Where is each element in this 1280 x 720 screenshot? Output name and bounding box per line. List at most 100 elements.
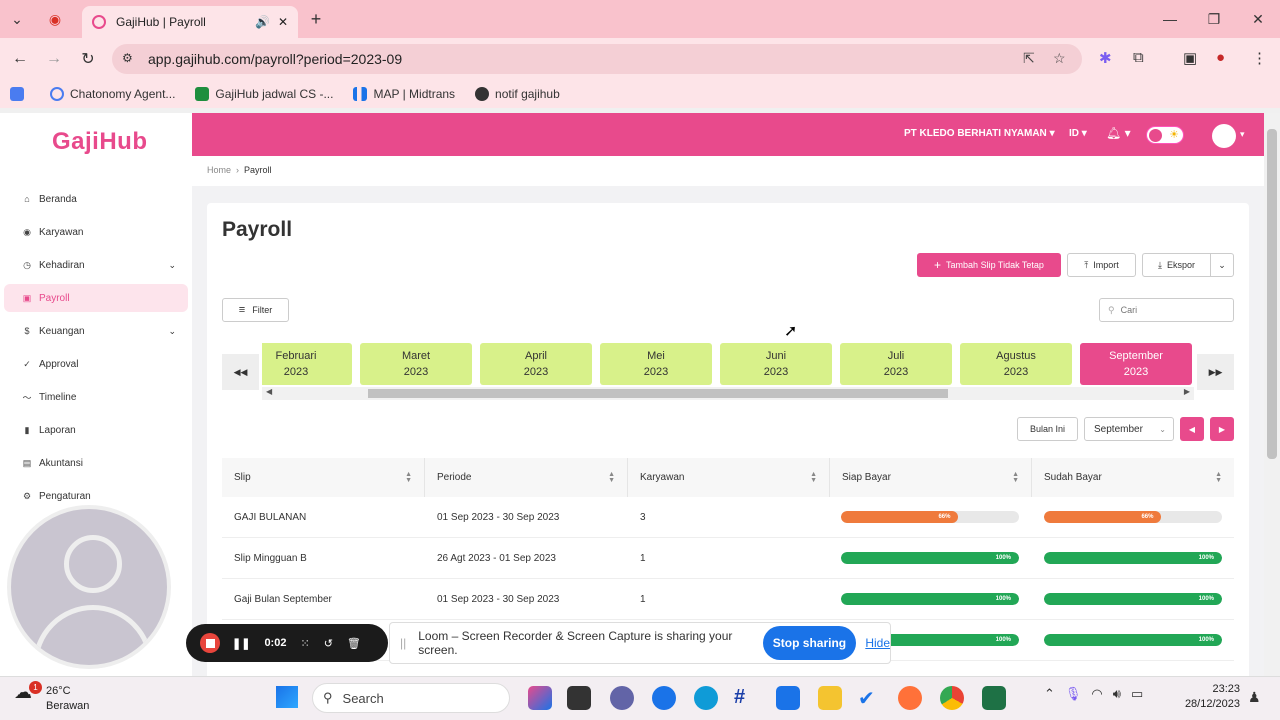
address-bar[interactable]: app.gajihub.com/payroll?period=2023-09: [112, 44, 1082, 74]
scrollbar-thumb[interactable]: [368, 389, 948, 398]
apps-icon[interactable]: [10, 87, 30, 101]
volume-icon[interactable]: 🔊︎: [1113, 686, 1121, 702]
notification-icon[interactable]: ♟: [1248, 689, 1261, 706]
column-header-sudah-bayar[interactable]: Sudah Bayar ▲ ▼: [1032, 458, 1234, 497]
sidebar-item-keuangan[interactable]: $ Keuangan ⌄: [4, 317, 188, 345]
gajihub-logo[interactable]: GajiHub: [52, 128, 148, 156]
filter-button[interactable]: ≡ Filter: [222, 298, 289, 322]
myob-icon[interactable]: [776, 686, 800, 710]
bell-icon[interactable]: 🔔︎ ▾: [1106, 126, 1131, 140]
excel-icon[interactable]: [982, 686, 1006, 710]
months-next-button[interactable]: ▶▶: [1197, 354, 1234, 390]
add-slip-button[interactable]: + Tambah Slip Tidak Tetap: [917, 253, 1061, 277]
loom-camera-bubble[interactable]: [7, 505, 171, 669]
bookmark-gajihub-jadwal[interactable]: GajiHub jadwal CS -...: [195, 87, 333, 101]
import-button[interactable]: ⤒ Import: [1067, 253, 1136, 277]
theme-toggle[interactable]: ☀: [1146, 126, 1184, 144]
month-chip[interactable]: Mei 2023: [600, 343, 712, 385]
month-chip[interactable]: Agustus 2023: [960, 343, 1072, 385]
search-input[interactable]: [1120, 305, 1221, 315]
sidebar-item-karyawan[interactable]: ◉ Karyawan: [4, 218, 188, 246]
table-row[interactable]: Slip Mingguan B 26 Agt 2023 - 01 Sep 2023…: [222, 538, 1234, 579]
sidebar-item-beranda[interactable]: ⌂ Beranda: [4, 185, 188, 213]
copilot-icon[interactable]: [528, 686, 552, 710]
drawing-tools-icon[interactable]: ⁙: [300, 637, 309, 650]
tab-search-chevron-icon[interactable]: ⌄: [6, 8, 28, 30]
bookmark-midtrans[interactable]: MAP | Midtrans: [353, 87, 455, 101]
table-row[interactable]: GAJI BULANAN 01 Sep 2023 - 30 Sep 2023 3 66…: [222, 497, 1234, 538]
language-selector[interactable]: ID ▾: [1069, 128, 1087, 139]
window-close-icon[interactable]: ✕: [1236, 0, 1280, 38]
taskbar-clock[interactable]: 23:23 28/12/2023: [1178, 682, 1240, 712]
column-header-siap-bayar[interactable]: Siap Bayar ▲ ▼: [830, 458, 1032, 497]
month-chip[interactable]: Juni 2023: [720, 343, 832, 385]
open-external-icon[interactable]: ⇱: [1023, 50, 1035, 67]
month-chip[interactable]: Februari 2023: [262, 343, 352, 385]
microphone-icon[interactable]: 🎙︎: [1065, 686, 1082, 702]
month-select[interactable]: September ⌄: [1084, 417, 1174, 441]
forward-icon[interactable]: →: [42, 47, 66, 71]
browser-tab[interactable]: GajiHub | Payroll 🔊 ✕: [82, 6, 298, 38]
sidebar-item-akuntansi[interactable]: ▤ Akuntansi: [4, 449, 188, 477]
scroll-right-icon[interactable]: ▶: [1184, 387, 1190, 396]
page-scrollbar[interactable]: [1264, 113, 1280, 680]
sidebar-item-payroll[interactable]: ▣ Payroll: [4, 284, 188, 312]
windows-start-icon[interactable]: [276, 686, 298, 708]
site-info-icon[interactable]: ⚙: [122, 51, 133, 65]
scroll-left-icon[interactable]: ◀: [266, 387, 272, 396]
extensions-icon[interactable]: ⧉: [1133, 49, 1144, 66]
hide-link[interactable]: Hide: [865, 636, 890, 650]
table-row[interactable]: Gaji Bulan September 01 Sep 2023 - 30 Sep…: [222, 579, 1234, 620]
stop-recording-button[interactable]: [200, 633, 220, 653]
user-avatar[interactable]: [1212, 124, 1236, 148]
bookmark-star-icon[interactable]: ☆: [1053, 50, 1066, 67]
sidebar-item-kehadiran[interactable]: ◷ Kehadiran ⌄: [4, 251, 188, 279]
month-chip[interactable]: Juli 2023: [840, 343, 952, 385]
scrollbar-thumb[interactable]: [1267, 129, 1277, 459]
months-prev-button[interactable]: ◀◀: [222, 354, 259, 390]
chevron-up-icon[interactable]: ⌃: [1044, 686, 1055, 702]
bookmark-notif-gajihub[interactable]: notif gajihub: [475, 87, 560, 101]
bookmark-chatonomy[interactable]: Chatonomy Agent...: [50, 87, 175, 101]
hashtag-app-icon[interactable]: #: [734, 686, 758, 710]
meet-icon[interactable]: [610, 686, 634, 710]
month-chip[interactable]: April 2023: [480, 343, 592, 385]
edge-icon[interactable]: [694, 686, 718, 710]
column-header-karyawan[interactable]: Karyawan ▲ ▼: [628, 458, 830, 497]
month-chip[interactable]: Maret 2023: [360, 343, 472, 385]
help-icon[interactable]: [652, 686, 676, 710]
restore-icon[interactable]: ❐: [1192, 0, 1236, 38]
column-header-periode[interactable]: Periode ▲ ▼: [425, 458, 628, 497]
todo-icon[interactable]: ✔: [858, 686, 882, 710]
export-dropdown-button[interactable]: ⌄: [1210, 253, 1234, 277]
new-tab-icon[interactable]: +: [305, 8, 327, 30]
sidebar-item-laporan[interactable]: ▮ Laporan: [4, 416, 188, 444]
trash-icon[interactable]: 🗑︎: [347, 637, 361, 650]
months-scrollbar[interactable]: ◀ ▶: [262, 387, 1194, 400]
column-header-slip[interactable]: Slip ▲ ▼: [222, 458, 425, 497]
prev-month-button[interactable]: ◀: [1180, 417, 1204, 441]
breadcrumb-home[interactable]: Home: [207, 165, 231, 175]
next-month-button[interactable]: ▶: [1210, 417, 1234, 441]
stop-sharing-button[interactable]: Stop sharing: [762, 626, 857, 660]
close-tab-icon[interactable]: ✕: [278, 15, 288, 29]
minimize-icon[interactable]: —: [1148, 0, 1192, 38]
export-button[interactable]: ⤓ Ekspor: [1142, 253, 1210, 277]
chrome-icon[interactable]: [940, 686, 964, 710]
task-view-icon[interactable]: [567, 686, 591, 710]
battery-icon[interactable]: ▭: [1131, 686, 1143, 702]
chevron-down-icon[interactable]: ▾: [1240, 129, 1245, 140]
extension-puzzle-color-icon[interactable]: ✱: [1099, 49, 1112, 67]
pause-icon[interactable]: ❚❚: [232, 637, 250, 650]
this-month-button[interactable]: Bulan Ini: [1017, 417, 1078, 441]
back-icon[interactable]: ←: [8, 47, 32, 71]
profile-avatar-icon[interactable]: ●: [1216, 49, 1225, 66]
drag-handle-icon[interactable]: ||: [400, 636, 406, 650]
side-panel-icon[interactable]: ▣: [1183, 49, 1197, 67]
file-explorer-icon[interactable]: [818, 686, 842, 710]
reload-icon[interactable]: ↻: [76, 47, 100, 71]
sidebar-item-timeline[interactable]: 〜 Timeline: [4, 383, 188, 411]
search-box[interactable]: ⚲: [1099, 298, 1234, 322]
company-selector[interactable]: PT KLEDO BERHATI NYAMAN ▾: [904, 128, 1055, 139]
speaker-icon[interactable]: 🔊: [255, 15, 270, 29]
